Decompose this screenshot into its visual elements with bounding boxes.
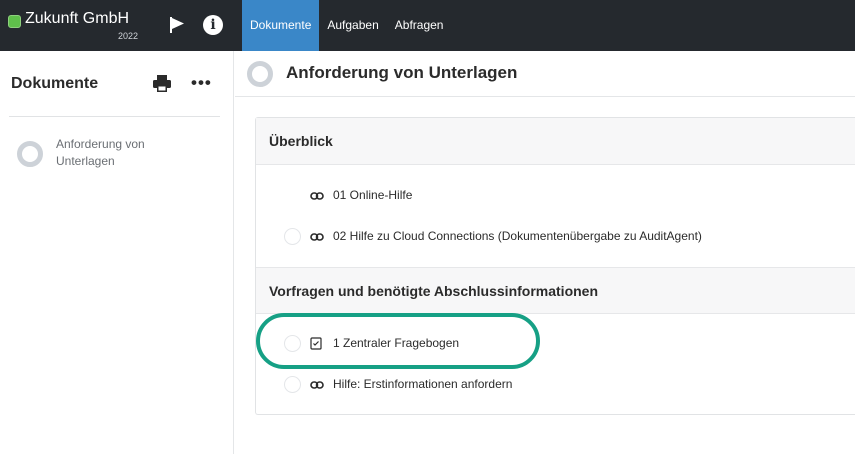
- company-name: Zukunft GmbH: [25, 10, 130, 27]
- sidebar-title: Dokumente: [11, 75, 99, 92]
- info-icon[interactable]: i: [203, 15, 223, 35]
- annotation-highlight: [256, 313, 540, 369]
- sidebar-divider: [9, 116, 220, 117]
- progress-ring-icon: [247, 61, 273, 87]
- flag-icon[interactable]: [167, 15, 187, 35]
- print-icon[interactable]: [152, 75, 172, 93]
- sidebar-item-label: Anforderung von Unterlagen: [56, 137, 145, 168]
- section-title: Vorfragen und benötigte Abschlussinforma…: [269, 283, 599, 299]
- document-sections-card: Überblick 01 Online-Hilfe 02 Hilfe zu Cl…: [255, 117, 855, 415]
- completion-radio[interactable]: [284, 376, 301, 393]
- fiscal-year: 2022: [118, 31, 139, 41]
- section-title: Überblick: [269, 133, 333, 149]
- list-item-label: 02 Hilfe zu Cloud Connections (Dokumente…: [333, 229, 702, 243]
- documents-sidebar: Dokumente ••• Anforderung von Unterlagen: [0, 51, 234, 454]
- list-item-erstinformationen[interactable]: Hilfe: Erstinformationen anfordern: [284, 372, 584, 396]
- more-options-icon[interactable]: •••: [191, 73, 212, 93]
- list-item-label: Hilfe: Erstinformationen anfordern: [333, 377, 513, 391]
- tab-abfragen[interactable]: Abfragen: [387, 0, 452, 51]
- tab-aufgaben[interactable]: Aufgaben: [319, 0, 386, 51]
- tab-dokumente[interactable]: Dokumente: [242, 0, 320, 51]
- section-header-vorfragen[interactable]: Vorfragen und benötigte Abschlussinforma…: [256, 267, 855, 314]
- sidebar-item-anforderung[interactable]: Anforderung von Unterlagen: [17, 136, 217, 176]
- main-tabs: Dokumente Aufgaben Abfragen: [242, 0, 451, 51]
- list-item-label: 01 Online-Hilfe: [333, 188, 413, 202]
- link-icon: [310, 378, 324, 390]
- section-header-ueberblick[interactable]: Überblick: [256, 118, 855, 165]
- list-item-online-hilfe[interactable]: 01 Online-Hilfe: [284, 183, 484, 207]
- link-icon: [310, 230, 324, 242]
- completion-radio[interactable]: [284, 228, 301, 245]
- list-item-cloud-connections[interactable]: 02 Hilfe zu Cloud Connections (Dokumente…: [284, 224, 784, 248]
- document-header: Anforderung von Unterlagen: [235, 51, 855, 97]
- brand-status-icon: [8, 15, 21, 28]
- page-title: Anforderung von Unterlagen: [286, 63, 518, 82]
- company-brand[interactable]: Zukunft GmbH 2022: [8, 6, 148, 46]
- top-navigation-bar: Zukunft GmbH 2022 i Dokumente Aufgaben A…: [0, 0, 855, 51]
- link-icon: [310, 189, 324, 201]
- progress-ring-icon: [17, 141, 43, 167]
